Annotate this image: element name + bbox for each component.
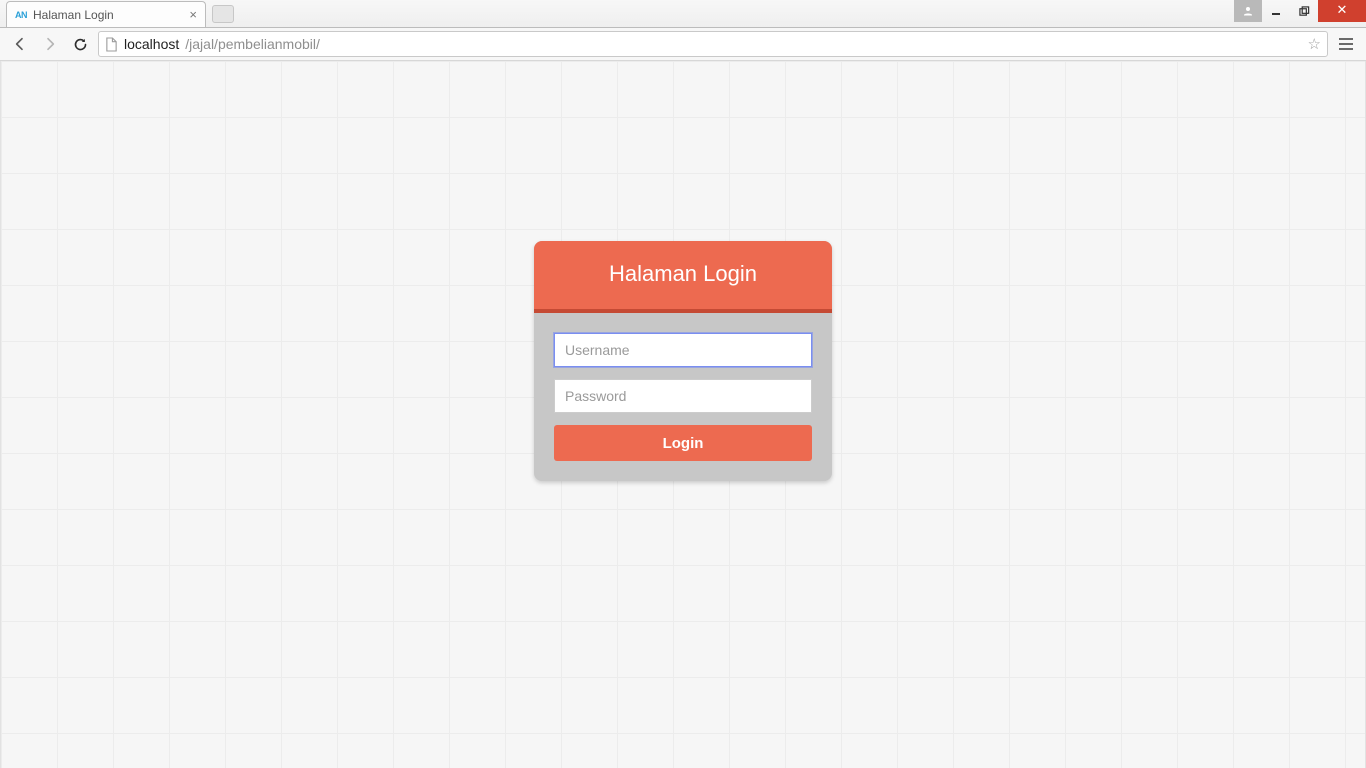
- login-button[interactable]: Login: [554, 425, 812, 461]
- window-controls: ✕: [1234, 0, 1366, 22]
- login-header: Halaman Login: [534, 241, 832, 313]
- browser-tab-active[interactable]: AN Halaman Login ×: [6, 1, 206, 27]
- window-minimize-button[interactable]: [1262, 0, 1290, 22]
- window-close-button[interactable]: ✕: [1318, 0, 1366, 22]
- back-button[interactable]: [8, 32, 32, 56]
- browser-tab-strip: AN Halaman Login × ✕: [0, 0, 1366, 28]
- browser-toolbar: localhost/jajal/pembelianmobil/ ☆: [0, 28, 1366, 61]
- forward-button[interactable]: [38, 32, 62, 56]
- window-maximize-button[interactable]: [1290, 0, 1318, 22]
- page-viewport: Halaman Login Login: [0, 61, 1366, 768]
- browser-menu-button[interactable]: [1334, 32, 1358, 56]
- favicon: AN: [15, 10, 27, 20]
- new-tab-button[interactable]: [212, 5, 234, 23]
- address-bar[interactable]: localhost/jajal/pembelianmobil/ ☆: [98, 31, 1328, 57]
- tab-title: Halaman Login: [33, 8, 183, 22]
- page-icon: [105, 37, 118, 52]
- reload-button[interactable]: [68, 32, 92, 56]
- tab-close-icon[interactable]: ×: [189, 8, 197, 21]
- login-form: Login: [534, 313, 832, 481]
- username-input[interactable]: [554, 333, 812, 367]
- user-icon[interactable]: [1234, 0, 1262, 22]
- password-input[interactable]: [554, 379, 812, 413]
- bookmark-star-icon[interactable]: ☆: [1308, 35, 1321, 53]
- login-card: Halaman Login Login: [534, 241, 832, 481]
- url-host: localhost: [124, 36, 179, 52]
- url-path: /jajal/pembelianmobil/: [185, 36, 320, 52]
